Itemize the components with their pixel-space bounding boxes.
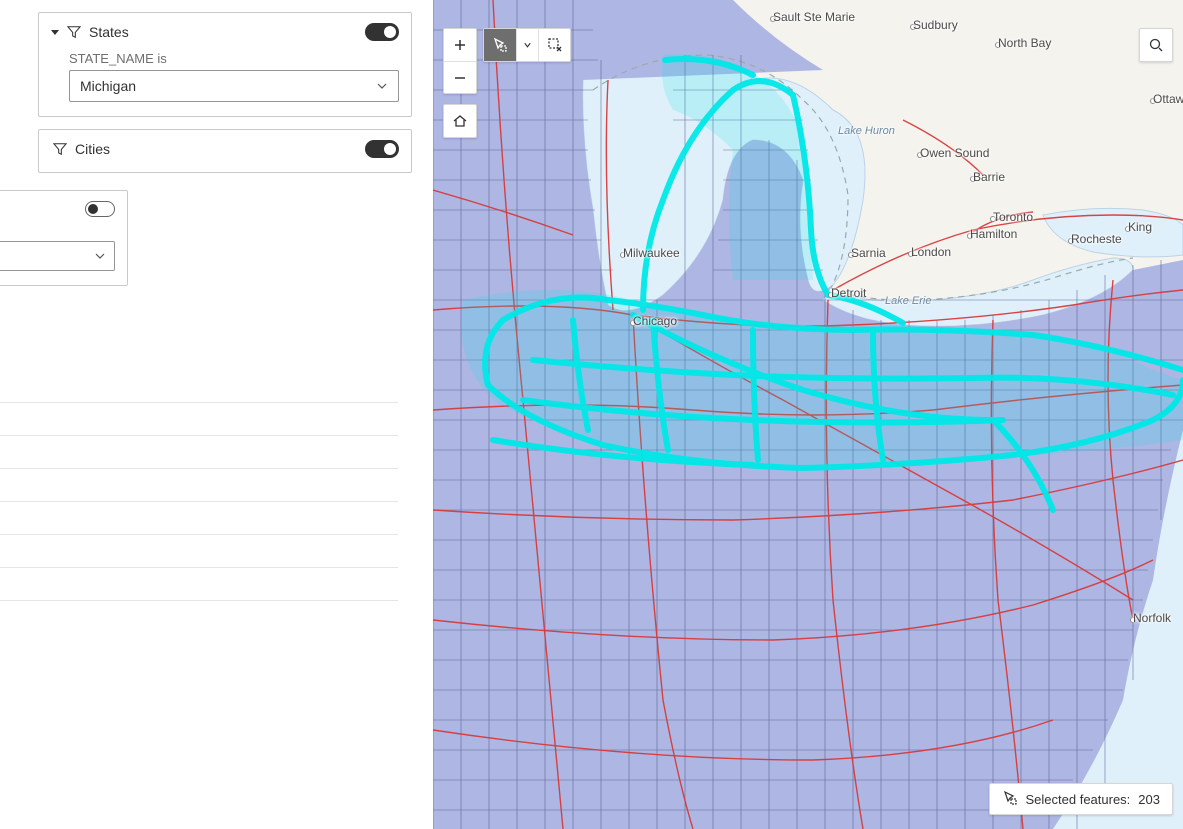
filter-states-toggle[interactable]	[365, 23, 399, 41]
list-item[interactable]	[0, 469, 398, 502]
list-item[interactable]	[0, 568, 398, 601]
chevron-down-icon	[376, 80, 388, 92]
chevron-down-icon	[94, 250, 106, 262]
select-tool-button[interactable]	[484, 29, 516, 61]
filter-states-value: Michigan	[80, 78, 136, 94]
selection-icon	[1002, 790, 1018, 809]
zoom-control	[443, 28, 477, 94]
list-item[interactable]	[0, 502, 398, 535]
filter-states-value-select[interactable]: Michigan	[69, 70, 399, 102]
selected-features-count: 203	[1138, 792, 1160, 807]
partial-filter-toggle[interactable]	[85, 201, 115, 217]
search-button[interactable]	[1140, 29, 1172, 61]
select-tool-dropdown[interactable]	[516, 29, 538, 61]
selected-features-label: Selected features:	[1026, 792, 1131, 807]
list-item[interactable]	[0, 436, 398, 469]
collapse-caret-icon[interactable]	[51, 30, 59, 35]
selection-tool-group	[483, 28, 571, 62]
clear-selection-button[interactable]	[538, 29, 570, 61]
home-control	[443, 104, 477, 138]
filter-states-field-label: STATE_NAME is	[69, 51, 399, 66]
filter-cities-title: Cities	[75, 141, 110, 157]
list-item[interactable]	[0, 370, 398, 403]
partial-filter-block	[0, 190, 128, 286]
result-list	[0, 370, 398, 610]
search-control	[1139, 28, 1173, 62]
zoom-out-button[interactable]	[444, 61, 476, 93]
zoom-in-button[interactable]	[444, 29, 476, 61]
filter-states-block: States STATE_NAME is Michigan	[38, 12, 412, 117]
list-item[interactable]	[0, 403, 398, 436]
filter-icon	[53, 142, 67, 156]
selected-features-toast: Selected features: 203	[989, 783, 1174, 815]
list-item[interactable]	[0, 535, 398, 568]
filter-states-title: States	[89, 24, 129, 40]
filter-icon	[67, 25, 81, 39]
filter-cities-toggle[interactable]	[365, 140, 399, 158]
filter-cities-block: Cities	[38, 129, 412, 173]
map-view[interactable]: Sault Ste MarieSudburyNorth BayOttawOwen…	[433, 0, 1183, 829]
partial-filter-select[interactable]	[0, 241, 115, 271]
map-canvas[interactable]	[433, 0, 1183, 829]
home-button[interactable]	[444, 105, 476, 137]
